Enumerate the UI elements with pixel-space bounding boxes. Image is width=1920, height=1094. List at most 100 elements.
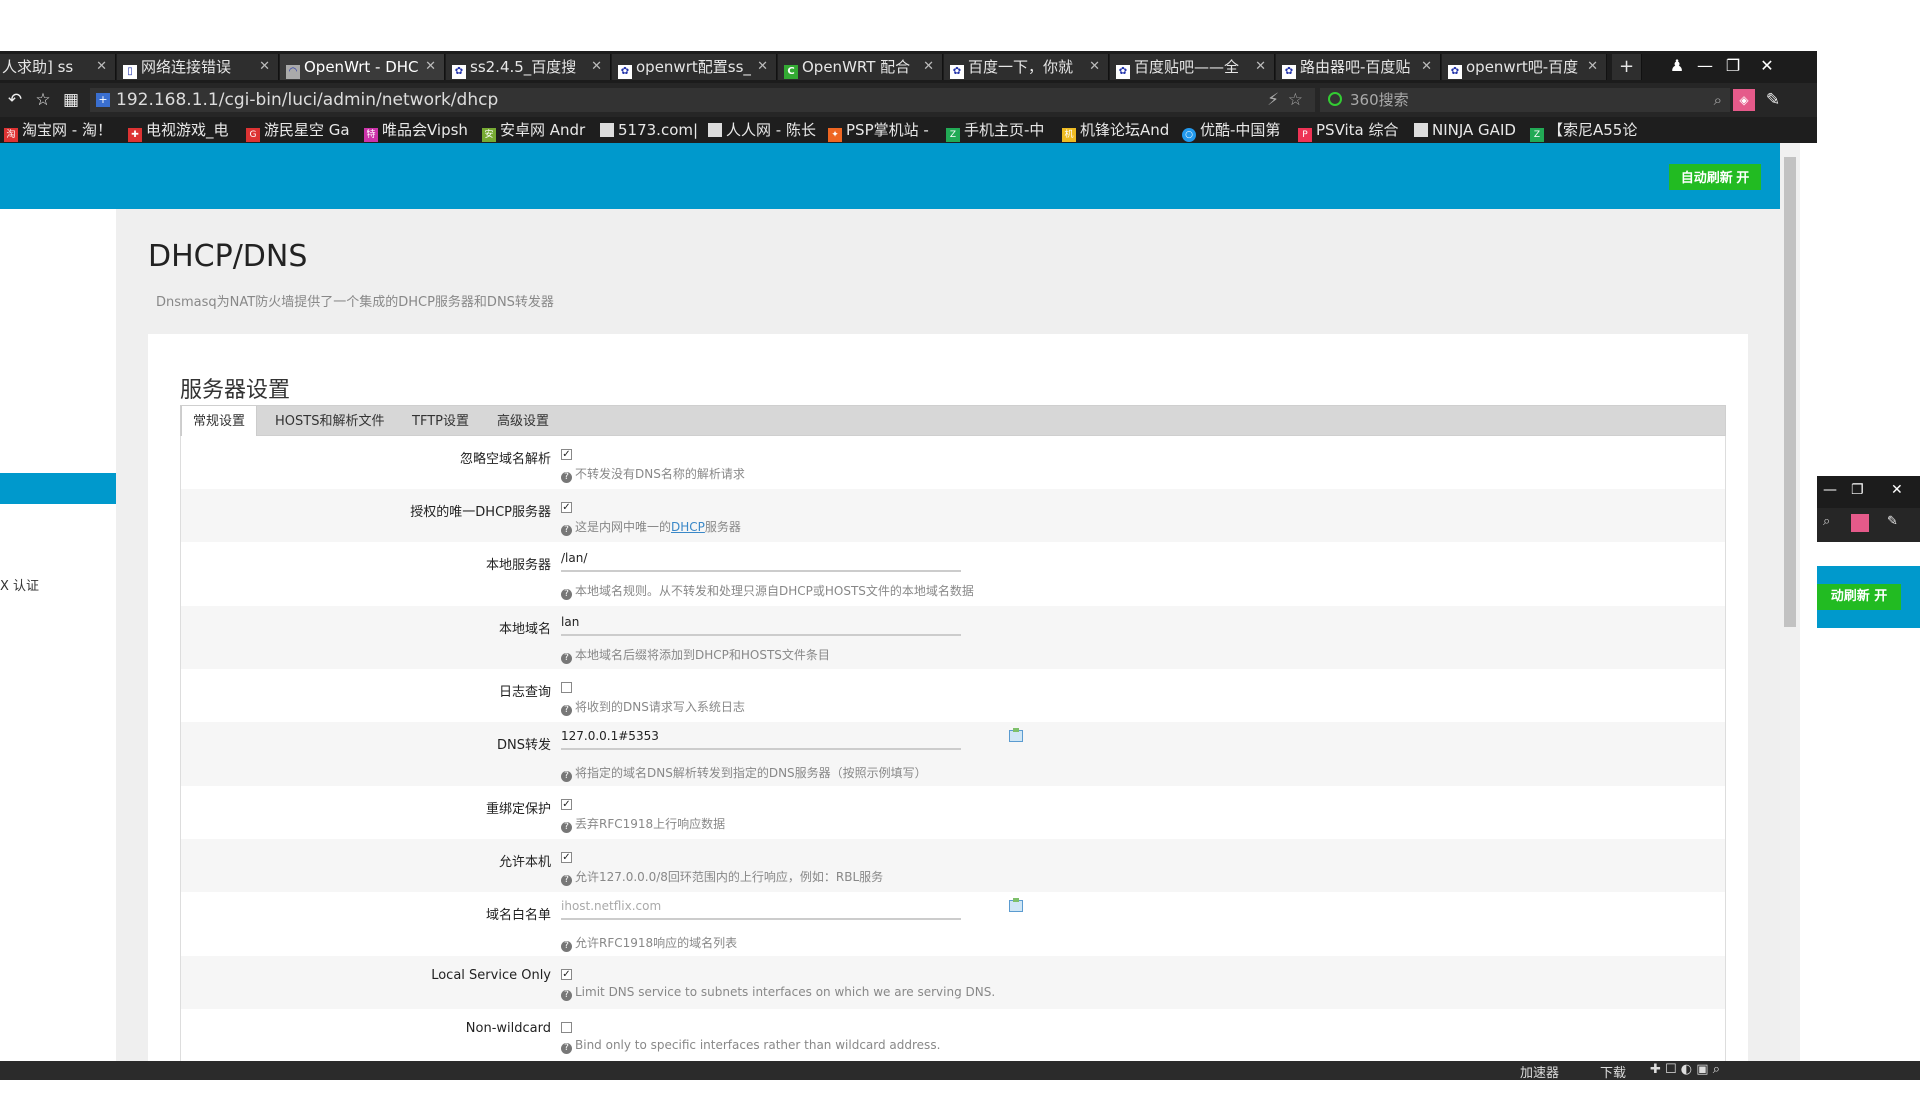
sidebar-item[interactable]: X 认证 — [0, 575, 39, 594]
autorefresh-button[interactable]: 自动刷新 开 — [1669, 164, 1761, 190]
add-entry-icon[interactable] — [1009, 728, 1023, 742]
browser-tab[interactable]: 人求助] ss ✕ — [0, 54, 116, 80]
back-icon[interactable]: ↶ — [4, 89, 26, 111]
bookmark-icon: Z — [946, 128, 960, 142]
log-queries-checkbox[interactable] — [561, 682, 572, 693]
bookmark-item[interactable]: Z 手机主页-中 — [946, 117, 1058, 143]
search-input[interactable]: 360搜索 ⌕ — [1320, 88, 1730, 112]
dns-forward-input[interactable] — [561, 724, 961, 750]
non-wildcard-checkbox[interactable] — [561, 1022, 572, 1033]
tab-label: 百度贴吧——全 — [1134, 58, 1240, 76]
local-domain-input[interactable] — [561, 610, 961, 636]
close-window-icon[interactable]: ✕ — [1752, 51, 1782, 81]
minimize-icon[interactable]: — — [1823, 476, 1837, 504]
search-icon[interactable]: ⌕ — [1714, 88, 1722, 112]
browser-tab-active[interactable]: ◠ OpenWrt - DHC ✕ — [280, 54, 445, 80]
bookmark-item[interactable]: ○ 优酷-中国第 — [1182, 117, 1294, 143]
tab-hosts[interactable]: HOSTS和解析文件 — [275, 406, 384, 435]
bookmark-item[interactable]: 淘淘宝网 - 淘！ — [4, 117, 122, 143]
help-icon: ? — [561, 771, 572, 782]
field-help: ? 允许RFC1918响应的域名列表 — [561, 934, 737, 952]
shirt-icon[interactable]: ♟ — [1662, 51, 1692, 81]
field-label: 日志查询 — [498, 685, 551, 700]
tab-label: openwrt吧-百度 — [1466, 58, 1579, 76]
bookmark-label: 淘宝网 - 淘！ — [22, 121, 112, 139]
restore-icon[interactable]: ❐ — [1851, 476, 1864, 504]
tab-label: OpenWrt - DHC — [304, 58, 419, 76]
settings-tabs: 常规设置 HOSTS和解析文件 TFTP设置 高级设置 — [180, 405, 1726, 436]
browser-tab[interactable]: ✿ 百度一下，你就 ✕ — [944, 54, 1109, 80]
search-icon[interactable]: ⌕ — [1823, 514, 1830, 529]
close-icon[interactable]: ✕ — [1421, 54, 1432, 80]
help-text: 不转发没有DNS名称的解析请求 — [575, 467, 745, 481]
bookmark-item[interactable]: ✚ 电视游戏_电 — [128, 117, 240, 143]
tab-general[interactable]: 常规设置 — [181, 406, 257, 436]
add-entry-icon[interactable] — [1009, 898, 1023, 912]
close-icon[interactable]: ✕ — [757, 54, 768, 80]
tools-icon[interactable]: ✎ — [1887, 514, 1898, 529]
close-icon[interactable]: ✕ — [1089, 54, 1100, 80]
bookmark-item[interactable]: G 游民星空 Ga — [246, 117, 358, 143]
help-text: 本地域名后缀将添加到DHCP和HOSTS文件条目 — [575, 648, 830, 662]
bookmark-item[interactable]: 特唯品会Vipsh — [364, 117, 476, 143]
tab-advanced[interactable]: 高级设置 — [497, 406, 549, 435]
download-label[interactable]: 下载 — [1600, 1062, 1626, 1081]
authoritative-checkbox[interactable]: ✓ — [561, 502, 572, 513]
dhcp-link[interactable]: DHCP — [671, 520, 705, 534]
close-icon[interactable]: ✕ — [1255, 54, 1266, 80]
form-row: 忽略空域名解析 ✓ ? 不转发没有DNS名称的解析请求 — [180, 436, 1726, 489]
bookmark-item[interactable]: ✦ PSP掌机站 - — [828, 117, 940, 143]
field-label: Non-wildcard — [465, 1021, 551, 1036]
bookmark-item[interactable]: Z 【索尼A55论 — [1530, 117, 1650, 143]
browser-tab[interactable]: ▯ 网络连接错误 ✕ — [117, 54, 279, 80]
browser-tab[interactable]: ✿ openwrt吧-百度 ✕ — [1442, 54, 1607, 80]
flash-icon[interactable]: ⚡ — [1267, 88, 1279, 112]
tools-icon[interactable]: ✎ — [1762, 89, 1784, 111]
browser-tab[interactable]: C OpenWRT 配合 ✕ — [778, 54, 943, 80]
new-tab-button[interactable]: + — [1612, 54, 1642, 80]
bookmark-item[interactable]: 5173.com| — [600, 117, 700, 143]
tab-tftp[interactable]: TFTP设置 — [412, 406, 469, 435]
grid-icon[interactable]: ▦ — [60, 89, 82, 111]
local-server-input[interactable] — [561, 546, 961, 572]
baidu-icon: ✿ — [1282, 65, 1296, 79]
local-service-checkbox[interactable]: ✓ — [561, 969, 572, 980]
domain-whitelist-input[interactable] — [561, 894, 961, 920]
bookmark-star-icon[interactable]: ☆ — [1288, 88, 1303, 112]
bookmark-item[interactable]: 安安卓网 Andr — [482, 117, 594, 143]
background-window-header: 动刷新 开 — [1817, 566, 1920, 628]
close-icon[interactable]: ✕ — [96, 54, 107, 80]
scrollbar-thumb[interactable] — [1784, 157, 1796, 627]
bookmark-item[interactable]: 人人网 - 陈长 — [708, 117, 820, 143]
extension-icon[interactable] — [1851, 514, 1869, 532]
field-help: ? 丢弃RFC1918上行响应数据 — [561, 815, 725, 833]
rebind-localhost-checkbox[interactable]: ✓ — [561, 852, 572, 863]
accelerator-label[interactable]: 加速器 — [1520, 1062, 1559, 1081]
address-bar[interactable]: + 192.168.1.1/cgi-bin/luci/admin/network… — [90, 88, 1315, 112]
rebind-protection-checkbox[interactable]: ✓ — [561, 799, 572, 810]
browser-tab[interactable]: ✿ 路由器吧-百度贴 ✕ — [1276, 54, 1441, 80]
bookmark-item[interactable]: 机机锋论坛And — [1062, 117, 1174, 143]
autorefresh-button[interactable]: 动刷新 开 — [1817, 584, 1901, 610]
close-icon[interactable]: ✕ — [259, 54, 270, 80]
extension-icon[interactable]: ◈ — [1733, 89, 1755, 111]
bookmark-item[interactable]: P PSVita 综合 — [1298, 117, 1410, 143]
close-icon[interactable]: ✕ — [591, 54, 602, 80]
bookmark-item[interactable]: NINJA GAID — [1414, 117, 1526, 143]
close-icon[interactable]: ✕ — [923, 54, 934, 80]
sidebar-item-active[interactable] — [0, 473, 116, 504]
browser-tab[interactable]: ✿ ss2.4.5_百度搜 ✕ — [446, 54, 611, 80]
domain-needed-checkbox[interactable]: ✓ — [561, 449, 572, 460]
help-icon: ? — [561, 990, 572, 1001]
browser-tab[interactable]: ✿ openwrt配置ss_ ✕ — [612, 54, 777, 80]
close-icon[interactable]: ✕ — [425, 54, 436, 80]
star-icon[interactable]: ☆ — [32, 89, 54, 111]
close-icon[interactable]: ✕ — [1587, 54, 1598, 80]
openwrt-icon: ◠ — [286, 65, 300, 79]
help-icon: ? — [561, 705, 572, 716]
vertical-scrollbar[interactable] — [1780, 143, 1800, 1061]
close-window-icon[interactable]: ✕ — [1891, 476, 1903, 504]
minimize-icon[interactable]: — — [1690, 51, 1720, 81]
browser-tab[interactable]: ✿ 百度贴吧——全 ✕ — [1110, 54, 1275, 80]
restore-icon[interactable]: ❐ — [1718, 51, 1748, 81]
